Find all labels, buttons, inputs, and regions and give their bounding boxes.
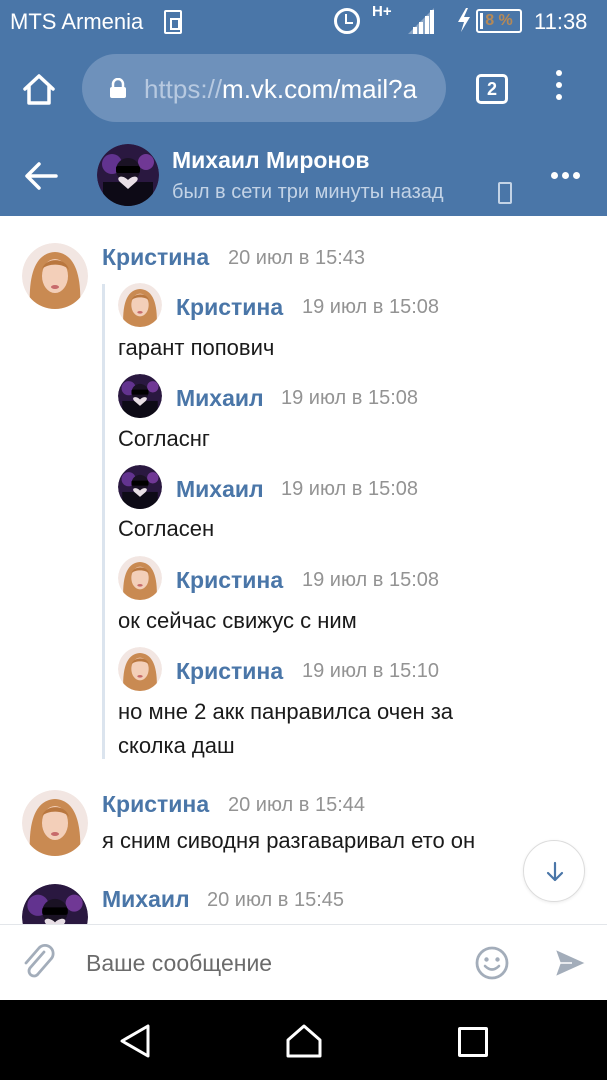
forwarded-text-line: сколка даш <box>118 733 235 758</box>
message-text: я сним сиводня разгаваривал ето он <box>102 828 476 853</box>
avatar[interactable] <box>118 647 162 691</box>
forwarded-sender[interactable]: Кристина <box>176 658 283 685</box>
avatar[interactable] <box>118 374 162 418</box>
paperclip-icon[interactable] <box>20 943 56 981</box>
clock: 11:38 <box>534 9 588 34</box>
message-sender[interactable]: Михаил <box>102 886 190 913</box>
battery-icon: 8 % <box>476 9 522 33</box>
forwarded-time: 19 июл в 15:08 <box>302 296 439 318</box>
forwarded-time: 19 июл в 15:08 <box>302 569 439 591</box>
forwarded-text: ок сейчас свижус с ним <box>118 608 357 633</box>
home-icon[interactable] <box>22 72 56 106</box>
network-type: H+ <box>372 3 392 20</box>
carrier-name: MTS Armenia <box>10 9 144 34</box>
forwarded-sender[interactable]: Кристина <box>176 294 283 321</box>
url-domain-path: m.vk.com/mail?a <box>222 74 418 104</box>
send-icon[interactable] <box>552 945 588 981</box>
tabs-button[interactable]: 2 <box>476 74 508 104</box>
home-house-icon[interactable] <box>284 1022 324 1060</box>
avatar[interactable] <box>118 283 162 327</box>
forward-quote-line <box>102 284 105 759</box>
mobile-phone-icon <box>498 182 512 204</box>
more-vert-icon[interactable] <box>552 70 566 106</box>
forwarded-text: Согласнг <box>118 426 210 451</box>
scroll-to-bottom-button[interactable] <box>523 840 585 902</box>
avatar[interactable] <box>22 790 88 856</box>
forwarded-time: 19 июл в 15:08 <box>281 387 418 409</box>
forwarded-sender[interactable]: Михаил <box>176 476 264 503</box>
vk-mobile-chat-screen: MTS Armenia H+ 8 % 11:38 https://m.vk.co… <box>0 0 607 1080</box>
charging-icon <box>458 8 470 32</box>
signal-icon <box>408 8 434 34</box>
forwarded-text: гарант попович <box>118 335 275 360</box>
battery-percent: 8 % <box>485 12 513 29</box>
chat-partner-name: Михаил Миронов <box>172 147 370 173</box>
message-sender[interactable]: Кристина <box>102 791 209 818</box>
url-scheme: https:// <box>144 74 223 104</box>
message-sender[interactable]: Кристина <box>102 244 209 271</box>
back-arrow-icon[interactable] <box>24 160 58 192</box>
chat-header: Михаил Миронов был в сети три минуты наз… <box>0 136 607 216</box>
message-list[interactable]: Кристина 20 июл в 15:43 Кристина 19 июл … <box>0 216 607 924</box>
avatar[interactable] <box>97 144 159 206</box>
avatar[interactable] <box>118 556 162 600</box>
alarm-icon <box>334 8 360 34</box>
message-time: 20 июл в 15:45 <box>207 889 344 911</box>
forwarded-text: Согласен <box>118 516 215 541</box>
avatar[interactable] <box>22 884 88 924</box>
more-horiz-icon[interactable] <box>551 172 581 180</box>
avatar[interactable] <box>118 465 162 509</box>
lock-icon <box>110 78 126 98</box>
status-bar: MTS Armenia H+ 8 % 11:38 <box>0 0 607 42</box>
forwarded-text-line: но мне 2 акк панравилса очен за <box>118 699 454 724</box>
message-time: 20 июл в 15:44 <box>228 794 365 816</box>
url-text: https://m.vk.com/mail?a <box>144 74 417 105</box>
emoji-icon[interactable] <box>474 945 510 981</box>
forwarded-time: 19 июл в 15:10 <box>302 660 439 682</box>
avatar[interactable] <box>22 243 88 309</box>
forwarded-sender[interactable]: Кристина <box>176 567 283 594</box>
message-time: 20 июл в 15:43 <box>228 247 365 269</box>
online-status: был в сети три минуты назад <box>172 181 444 203</box>
sim-icon <box>164 10 182 34</box>
android-nav-bar <box>0 1000 607 1080</box>
url-bar[interactable]: https://m.vk.com/mail?a <box>82 54 446 122</box>
forwarded-time: 19 июл в 15:08 <box>281 478 418 500</box>
message-composer <box>0 924 607 1000</box>
browser-toolbar: https://m.vk.com/mail?a 2 <box>0 42 607 136</box>
back-triangle-icon[interactable] <box>118 1022 152 1060</box>
arrow-down-icon <box>546 861 564 882</box>
forwarded-sender[interactable]: Михаил <box>176 385 264 412</box>
recents-square-icon[interactable] <box>458 1027 488 1057</box>
message-input[interactable] <box>86 943 456 983</box>
